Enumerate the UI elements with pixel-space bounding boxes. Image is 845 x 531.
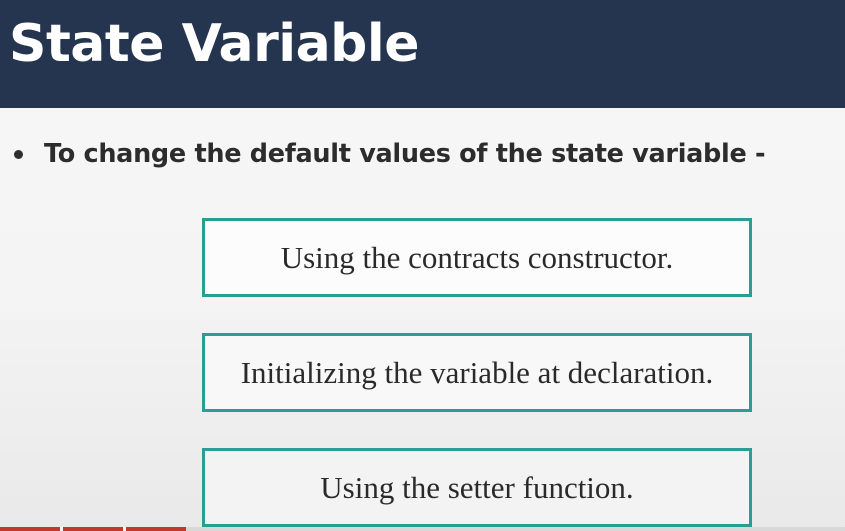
option-text: Initializing the variable at declaration… (240, 354, 714, 390)
bullet-icon (14, 149, 23, 159)
bullet-point: To change the default values of the stat… (14, 136, 766, 172)
video-progress-strip (0, 527, 845, 531)
option-text: Using the setter function. (320, 469, 634, 505)
bullet-text: To change the default values of the stat… (44, 139, 766, 169)
slide: State Variable To change the default val… (0, 0, 845, 531)
option-box-declaration: Initializing the variable at declaration… (202, 333, 752, 412)
slide-title: State Variable (9, 14, 420, 74)
title-bar: State Variable (0, 0, 845, 108)
option-box-constructor: Using the contracts constructor. (202, 218, 752, 297)
option-box-setter: Using the setter function. (202, 448, 752, 527)
option-text: Using the contracts constructor. (280, 239, 674, 275)
